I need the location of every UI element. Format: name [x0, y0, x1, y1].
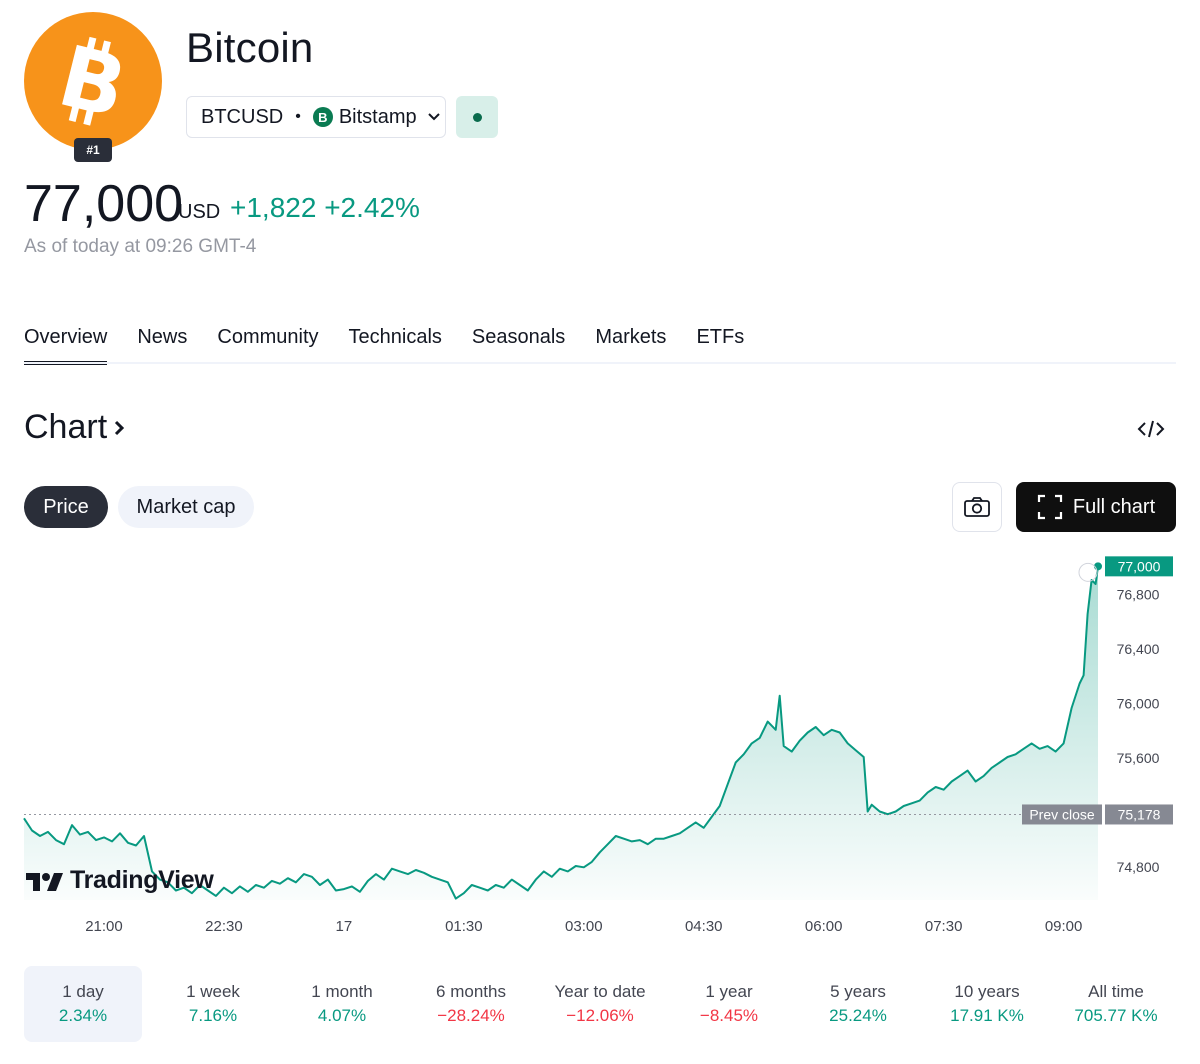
tab-seasonals[interactable]: Seasonals: [472, 326, 565, 365]
period-1-week[interactable]: 1 week 7.16%: [154, 966, 272, 1042]
chart-section-link[interactable]: Chart: [24, 408, 129, 447]
period-label: All time: [1088, 982, 1144, 1001]
rank-badge: #1: [74, 138, 112, 162]
tradingview-wordmark: TradingView: [70, 866, 214, 894]
tab-news[interactable]: News: [137, 326, 187, 365]
period-6-months[interactable]: 6 months −28.24%: [412, 966, 530, 1042]
x-tick-label: 07:30: [925, 918, 963, 935]
fullscreen-icon: [1037, 494, 1062, 520]
period-value: 2.34%: [58, 1006, 108, 1025]
last-price-pulse: [1078, 562, 1098, 582]
status-dot-icon: [472, 112, 482, 122]
period-value: 17.91 K%: [950, 1006, 1024, 1025]
bitcoin-logo: B: [24, 12, 162, 150]
x-tick-label: 04:30: [685, 918, 723, 935]
y-tick-label: 76,000: [1117, 696, 1160, 712]
period-value: 4.07%: [317, 1006, 367, 1025]
performance-periods: 1 day 2.34% 1 week 7.16% 1 month 4.07% 6…: [24, 966, 1176, 1042]
embed-code-icon[interactable]: [1136, 416, 1166, 442]
x-tick-label: 09:00: [1045, 918, 1083, 935]
price-timestamp: As of today at 09:26 GMT-4: [24, 236, 257, 257]
full-chart-button[interactable]: Full chart: [1016, 482, 1176, 532]
x-tick-label: 17: [336, 918, 353, 935]
prev-close-value: 75,178: [1118, 806, 1161, 822]
price-toggle-button[interactable]: Price: [24, 486, 108, 528]
chart-section-title: Chart: [24, 408, 108, 446]
period-year-to-date[interactable]: Year to date −12.06%: [541, 966, 659, 1042]
tab-community[interactable]: Community: [217, 326, 318, 365]
tradingview-logo-icon: [26, 872, 63, 891]
price-currency: USD: [178, 201, 221, 223]
period-label: 1 month: [311, 982, 373, 1001]
x-tick-label: 03:00: [565, 918, 603, 935]
chevron-right-icon: [115, 420, 125, 435]
period-10-years[interactable]: 10 years 17.91 K%: [928, 966, 1046, 1042]
exchange-label: Bitstamp: [338, 105, 417, 128]
bitcoin-symbol-icon: B: [53, 33, 133, 129]
x-tick-label: 01:30: [445, 918, 483, 935]
symbol-label: BTCUSD: [201, 105, 284, 128]
section-tabs: Overview News Community Technicals Seaso…: [24, 326, 774, 365]
y-tick-label: 74,800: [1117, 859, 1160, 875]
price-area: [24, 566, 1098, 900]
period-value: −8.45%: [699, 1006, 759, 1025]
tab-etfs[interactable]: ETFs: [696, 326, 744, 365]
x-tick-label: 22:30: [205, 918, 243, 935]
period-label: 5 years: [830, 982, 886, 1001]
separator-dot: •: [295, 108, 301, 125]
price-change: +1,822 +2.42%: [230, 192, 420, 223]
tab-overview[interactable]: Overview: [24, 326, 108, 365]
exchange-icon: B: [312, 107, 333, 127]
period-label: 1 year: [705, 982, 753, 1001]
y-tick-label: 76,800: [1117, 587, 1160, 603]
y-tick-label: 76,400: [1117, 641, 1160, 657]
coin-title: Bitcoin: [186, 24, 314, 71]
camera-icon: [964, 497, 990, 517]
period-value: −28.24%: [437, 1006, 505, 1025]
last-price-label: 77,000: [1118, 558, 1161, 574]
period-label: 10 years: [954, 982, 1020, 1001]
period-value: −12.06%: [566, 1006, 634, 1025]
x-tick-label: 06:00: [805, 918, 843, 935]
period-label: 1 week: [186, 982, 240, 1001]
period-label: Year to date: [554, 982, 646, 1001]
period-1-year[interactable]: 1 year −8.45%: [670, 966, 788, 1042]
period-5-years[interactable]: 5 years 25.24%: [799, 966, 917, 1042]
period-label: 6 months: [436, 982, 506, 1001]
tab-markets[interactable]: Markets: [595, 326, 666, 365]
period-1-month[interactable]: 1 month 4.07%: [283, 966, 401, 1042]
tradingview-watermark: TradingView: [26, 866, 214, 895]
x-tick-label: 21:00: [85, 918, 123, 935]
current-price: 77,000: [24, 175, 184, 233]
market-cap-toggle-button[interactable]: Market cap: [118, 486, 254, 528]
symbol-selector[interactable]: BTCUSD • B Bitstamp: [186, 96, 446, 138]
full-chart-label: Full chart: [1072, 495, 1156, 518]
snapshot-button[interactable]: [952, 482, 1002, 532]
chevron-down-icon: [427, 112, 441, 122]
period-value: 25.24%: [829, 1006, 887, 1025]
market-status-button[interactable]: [456, 96, 498, 138]
period-all-time[interactable]: All time 705.77 K%: [1057, 966, 1175, 1042]
tabs-divider: [24, 362, 1176, 364]
period-value: 7.16%: [188, 1006, 238, 1025]
period-1-day[interactable]: 1 day 2.34%: [24, 966, 142, 1042]
period-label: 1 day: [62, 982, 104, 1001]
y-tick-label: 75,600: [1117, 750, 1160, 766]
prev-close-label: Prev close: [1029, 806, 1095, 822]
period-value: 705.77 K%: [1074, 1006, 1158, 1025]
tab-technicals[interactable]: Technicals: [349, 326, 442, 365]
